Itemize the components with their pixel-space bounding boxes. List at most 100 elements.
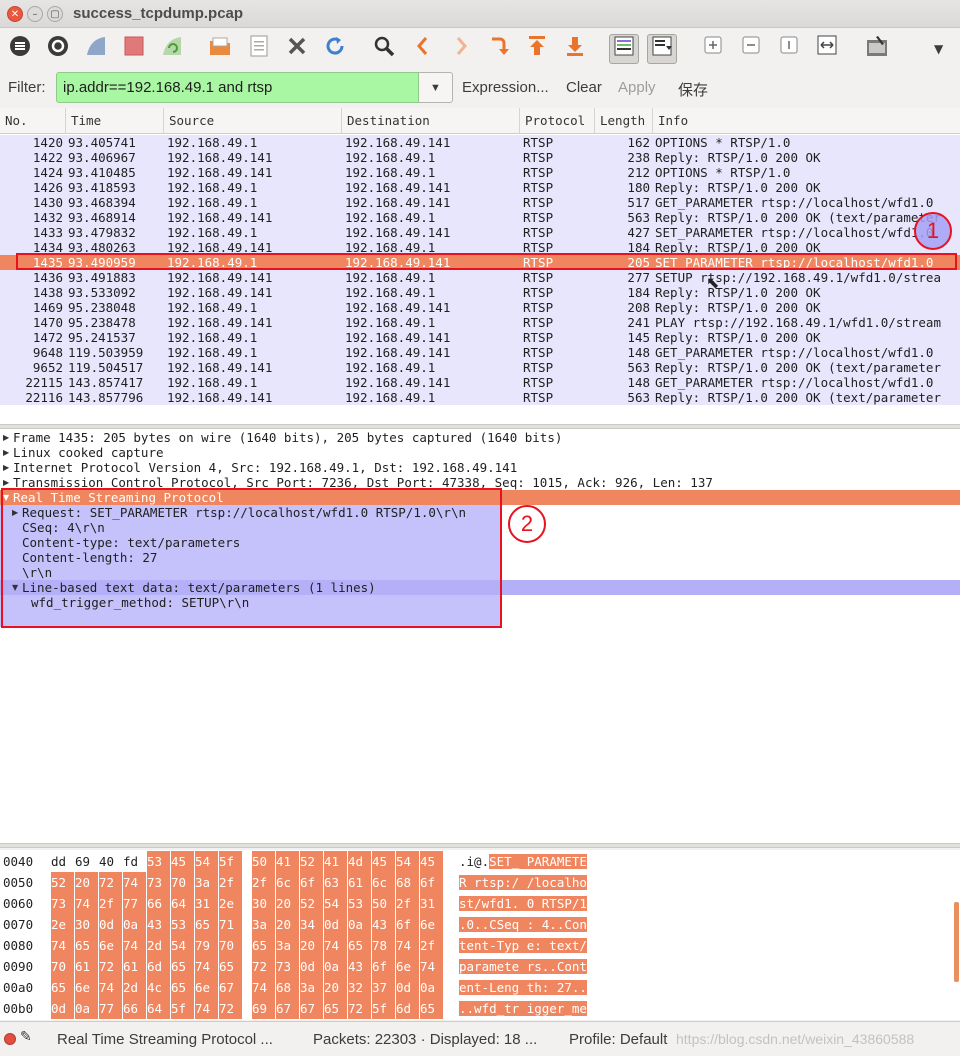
packet-cell-no: 1424 [32,165,63,180]
hex-byte: 74 [195,998,218,1019]
packet-cell-len: 145 [627,330,650,345]
colorize-icon[interactable] [609,34,639,64]
back-icon[interactable] [408,34,438,64]
packet-row[interactable]: 1472 95.241537 192.168.49.1 192.168.49.141 R… [0,330,960,345]
hex-byte: 6e [396,956,419,977]
filter-input[interactable] [56,72,419,103]
toolbar-overflow-chevron-icon[interactable]: ▼ [934,42,943,56]
hex-row[interactable]: 0050 52 20 72 74 73 70 3a 2f 2f 6c 6f 63 61 6c 68 6f R rt… [0,872,960,893]
packet-cell-len: 277 [627,270,650,285]
column-header-time[interactable]: Time [66,108,164,134]
hex-row[interactable]: 0090 70 61 72 61 6d 65 74 65 72 73 0d 0a 43 6f 6e 74 para… [0,956,960,977]
options-icon[interactable] [43,34,73,64]
zoom-out-icon[interactable] [736,34,766,64]
hex-row[interactable]: 0040 dd 69 40 fd 53 45 54 5f 50 41 52 41 4d 45 54 45 .i@.… [0,851,960,872]
first-packet-icon[interactable] [522,34,552,64]
packet-row[interactable]: 22115 143.857417 192.168.49.1 192.168.49.14… [0,375,960,390]
zoom-in-icon[interactable] [698,34,728,64]
detail-tree-item[interactable]: ▶ Linux cooked capture [0,445,960,460]
goto-packet-icon[interactable] [484,34,514,64]
packet-row[interactable]: 22116 143.857796 192.168.49.141 192.168.49.… [0,390,960,405]
last-packet-icon[interactable] [560,34,590,64]
restart-capture-icon[interactable] [157,34,187,64]
hex-byte: 41 [324,851,347,872]
packet-row[interactable]: 1438 93.533092 192.168.49.141 192.168.49.1 R… [0,285,960,300]
packet-row[interactable]: 9648 119.503959 192.168.49.1 192.168.49.141… [0,345,960,360]
packet-cell-src: 192.168.49.1 [167,195,258,210]
packet-row[interactable]: 1469 95.238048 192.168.49.1 192.168.49.141 R… [0,300,960,315]
packet-cell-time: 143.857796 [68,390,144,405]
hex-row[interactable]: 00a0 65 6e 74 2d 4c 65 6e 67 74 68 3a 20 32 37 0d 0a ent-… [0,977,960,998]
reload-icon[interactable] [320,34,350,64]
packet-row[interactable]: 1432 93.468914 192.168.49.141 192.168.49.1 R… [0,210,960,225]
packet-row[interactable]: 1433 93.479832 192.168.49.1 192.168.49.141 R… [0,225,960,240]
hex-byte: 0d [51,998,74,1019]
save-filter-button[interactable]: 保存 [678,79,708,100]
packet-cell-proto: RTSP [523,165,554,180]
hex-byte: 6d [396,998,419,1019]
hex-byte: 6f [372,956,395,977]
packet-list-header: No. Time Source Destination Protocol Len… [0,108,960,134]
window-maximize-button[interactable]: ▢ [47,6,63,22]
detail-tree-item[interactable]: ▶ Internet Protocol Version 4, Src: 192.1… [0,460,960,475]
column-header-info[interactable]: Info [653,108,960,134]
packet-cell-time: 95.241537 [68,330,136,345]
expert-info-icon[interactable] [4,1033,16,1045]
packet-row[interactable]: 1426 93.418593 192.168.49.1 192.168.49.141 R… [0,180,960,195]
packet-row[interactable]: 1436 93.491883 192.168.49.141 192.168.49.1 R… [0,270,960,285]
window-close-button[interactable]: ✕ [7,6,23,22]
hex-byte: 53 [348,893,371,914]
filter-dropdown-chevron-down-icon[interactable]: ▼ [419,72,453,103]
resize-columns-icon[interactable] [812,34,842,64]
hex-row[interactable]: 0070 2e 30 0d 0a 43 53 65 71 3a 20 34 0d 0a 43 6f 6e .0..… [0,914,960,935]
column-header-destination[interactable]: Destination [342,108,520,134]
detail-tree-item[interactable]: ▶ Frame 1435: 205 bytes on wire (1640 bit… [0,430,960,445]
clear-button[interactable]: Clear [566,79,602,96]
apply-button[interactable]: Apply [618,79,656,96]
normal-size-icon[interactable] [774,34,804,64]
hex-byte: 0a [348,914,371,935]
packet-row[interactable]: 1470 95.238478 192.168.49.141 192.168.49.1 R… [0,315,960,330]
forward-icon[interactable] [446,34,476,64]
expand-right-icon[interactable]: ▶ [3,460,9,475]
expand-right-icon[interactable]: ▶ [3,445,9,460]
packet-cell-len: 563 [627,390,650,405]
packet-cell-proto: RTSP [523,390,554,405]
hex-byte: 67 [219,977,242,998]
find-icon[interactable] [369,34,399,64]
status-profile[interactable]: Profile: Default [569,1031,667,1048]
bytes-scrollbar[interactable] [954,902,959,982]
watermark: https://blog.csdn.net/weixin_43860588 [676,1031,915,1047]
column-header-length[interactable]: Length [595,108,653,134]
expand-right-icon[interactable]: ▶ [3,430,9,445]
hex-byte: 66 [147,893,170,914]
close-file-icon[interactable] [282,34,312,64]
hex-row[interactable]: 0080 74 65 6e 74 2d 54 79 70 65 3a 20 74 65 78 74 2f tent… [0,935,960,956]
autoscroll-icon[interactable] [647,34,677,64]
capture-comment-icon[interactable]: ✎ [20,1029,32,1045]
window-minimize-button[interactable]: – [27,6,43,22]
start-capture-icon[interactable] [81,34,111,64]
column-header-source[interactable]: Source [164,108,342,134]
hex-byte: 34 [300,914,323,935]
open-file-icon[interactable] [205,34,235,64]
column-header-protocol[interactable]: Protocol [520,108,595,134]
hex-byte: 74 [123,872,146,893]
packet-row[interactable]: 9652 119.504517 192.168.49.141 192.168.49.1… [0,360,960,375]
packet-row[interactable]: 1420 93.405741 192.168.49.1 192.168.49.141 R… [0,135,960,150]
prefs-icon[interactable] [862,34,892,64]
main-toolbar: ▼ [0,28,960,70]
stop-capture-icon[interactable] [119,34,149,64]
expression-button[interactable]: Expression... [462,79,549,96]
column-header-no[interactable]: No. [0,108,66,134]
hex-row[interactable]: 00b0 0d 0a 77 66 64 5f 74 72 69 67 67 65 72 5f 6d 65 ..wf… [0,998,960,1019]
save-file-icon[interactable] [244,34,274,64]
hex-byte: 65 [420,998,443,1019]
packet-row[interactable]: 1422 93.406967 192.168.49.141 192.168.49.1 R… [0,150,960,165]
interfaces-icon[interactable] [5,34,35,64]
packet-cell-time: 93.406967 [68,150,136,165]
pane-splitter-bottom[interactable] [0,843,960,848]
packet-row[interactable]: 1430 93.468394 192.168.49.1 192.168.49.141 R… [0,195,960,210]
hex-row[interactable]: 0060 73 74 2f 77 66 64 31 2e 30 20 52 54 53 50 2f 31 st/w… [0,893,960,914]
packet-row[interactable]: 1424 93.410485 192.168.49.141 192.168.49.1 R… [0,165,960,180]
